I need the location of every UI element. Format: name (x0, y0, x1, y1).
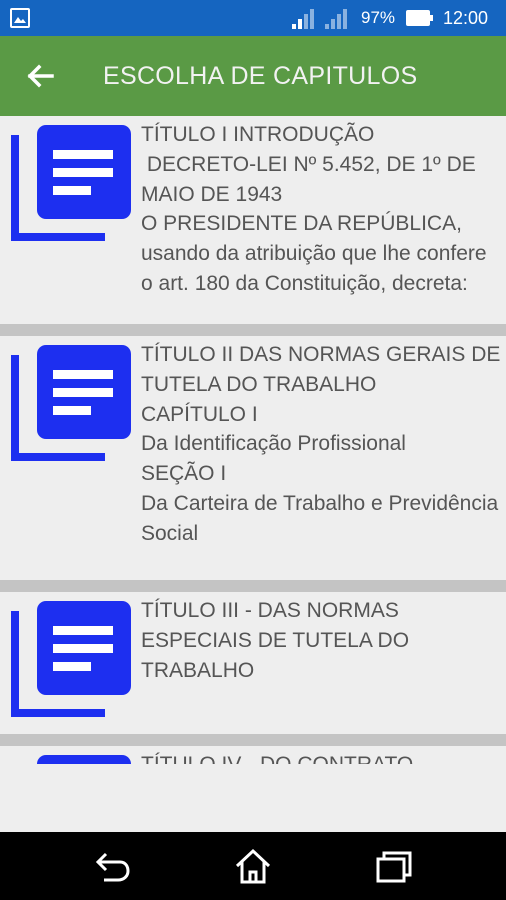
list-item-text: TÍTULO III - DAS NORMAS ESPECIAIS DE TUT… (141, 599, 415, 682)
arrow-left-icon (27, 64, 54, 88)
list-item[interactable]: TÍTULO III - DAS NORMAS ESPECIAIS DE TUT… (0, 592, 506, 734)
page-title: ESCOLHA DE CAPITULOS (103, 62, 418, 90)
list-item-text: TÍTULO IV - DO CONTRATO (141, 750, 503, 764)
chapter-list[interactable]: TÍTULO I INTRODUÇÃO DECRETO-LEI Nº 5.452… (0, 116, 506, 764)
list-item[interactable]: TÍTULO I INTRODUÇÃO DECRETO-LEI Nº 5.452… (0, 116, 506, 324)
wifi-icon (292, 9, 314, 29)
document-list-icon (11, 601, 131, 717)
document-list-icon (37, 755, 131, 764)
signal-icon (325, 9, 347, 29)
empty-area (0, 764, 506, 832)
list-item[interactable]: TÍTULO IV - DO CONTRATO (0, 746, 506, 764)
list-item-text: TÍTULO I INTRODUÇÃO DECRETO-LEI Nº 5.452… (141, 123, 487, 295)
battery-percent: 97% (361, 8, 396, 27)
nav-home-button[interactable] (231, 846, 275, 886)
nav-back-button[interactable] (90, 846, 134, 886)
navigation-bar (0, 832, 506, 900)
app-bar: ESCOLHA DE CAPITULOS (0, 36, 506, 116)
back-icon (95, 852, 130, 882)
clock: 12:00 (443, 8, 489, 28)
list-item[interactable]: TÍTULO II DAS NORMAS GERAIS DE TUTELA DO… (0, 336, 506, 580)
divider (0, 734, 506, 746)
recents-icon (376, 851, 412, 883)
status-bar: 97% 12:00 (0, 0, 506, 36)
battery-icon (406, 10, 433, 26)
list-item-text: TÍTULO II DAS NORMAS GERAIS DE TUTELA DO… (141, 343, 501, 545)
document-list-icon (11, 345, 131, 461)
home-icon (235, 848, 271, 884)
divider (0, 324, 506, 336)
nav-recents-button[interactable] (372, 846, 416, 886)
divider (0, 580, 506, 592)
document-list-icon (11, 125, 131, 241)
back-button[interactable] (22, 58, 58, 94)
gallery-icon (10, 8, 30, 28)
